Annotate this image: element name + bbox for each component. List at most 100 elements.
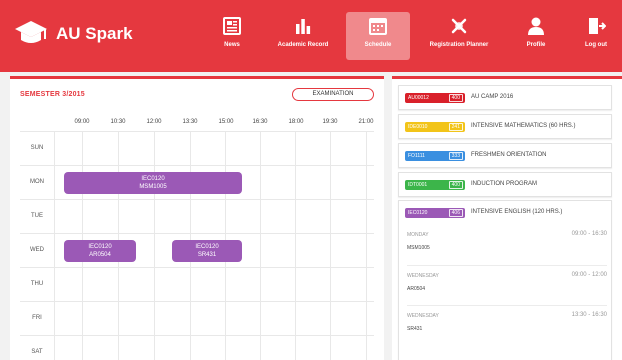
schedule-event[interactable]: IEC0120 AR0504 [64, 240, 136, 262]
session-time: 13:30 - 16:30 [571, 312, 607, 318]
course-code: FO1111 [408, 153, 425, 159]
schedule-event[interactable]: IEC0120 MSM1005 [64, 172, 242, 194]
time-label: 09:00 [74, 119, 90, 125]
course-list-panel: AU00012 400 AU CAMP 2016 IDE0010 241 INT… [392, 76, 622, 360]
timetable-grid: 09:00 10:30 12:00 13:30 15:00 16:30 18:0… [20, 119, 384, 360]
grid-line [154, 131, 155, 360]
course-card[interactable]: FO1111 333 FRESHMEN ORIENTATION [398, 143, 612, 168]
event-course-code: IEC0120 [141, 176, 165, 182]
time-label: 19:30 [322, 119, 338, 125]
grid-line [20, 131, 374, 132]
grid-line [260, 131, 261, 360]
day-label: SAT [31, 349, 43, 355]
grid-line [54, 131, 55, 360]
nav-profile[interactable]: Profile [516, 12, 556, 60]
event-course-code: IEC0120 [88, 244, 112, 250]
semester-title: SEMESTER 3/2015 [20, 91, 85, 98]
calendar-icon [369, 18, 387, 35]
time-label: 10:30 [110, 119, 126, 125]
nav-profile-label: Profile [526, 42, 546, 48]
grid-line [20, 267, 374, 268]
nav-academic-record[interactable]: Academic Record [268, 12, 338, 60]
grid-line [330, 131, 331, 360]
graduation-cap-icon [15, 21, 47, 43]
time-label: 13:30 [182, 119, 198, 125]
session-row: WEDNESDAY 09:00 - 12:00 AR0504 [407, 265, 607, 305]
session-room: MSM1005 [407, 245, 430, 251]
course-name: INTENSIVE MATHEMATICS (60 HRS.) [471, 123, 576, 129]
course-code-chip: IDE0010 241 [405, 122, 465, 132]
planner-icon [451, 18, 467, 34]
session-time: 09:00 - 16:30 [571, 231, 607, 237]
day-label: FRI [32, 315, 42, 321]
course-code-chip: FO1111 333 [405, 151, 465, 161]
user-icon [528, 17, 544, 35]
course-name: FRESHMEN ORIENTATION [471, 152, 547, 158]
course-count-badge: 241 [448, 123, 463, 131]
day-label: THU [30, 281, 44, 287]
day-label: MON [30, 179, 44, 185]
grid-line [20, 301, 374, 302]
course-count-badge: 400 [448, 94, 463, 102]
course-card[interactable]: AU00012 400 AU CAMP 2016 [398, 85, 612, 110]
course-code: IEC0120 [408, 210, 428, 216]
grid-line [20, 199, 374, 200]
schedule-event[interactable]: IEC0120 SR431 [172, 240, 242, 262]
session-day: MONDAY [407, 232, 429, 238]
session-time: 09:00 - 12:00 [571, 272, 607, 278]
course-code-chip: IEC0120 406 [405, 208, 465, 218]
examination-button[interactable]: EXAMINATION [292, 88, 374, 101]
nav-logout[interactable]: Log out [576, 12, 616, 60]
course-name: INDUCTION PROGRAM [471, 181, 537, 187]
session-day: WEDNESDAY [407, 313, 439, 319]
session-row: MONDAY 09:00 - 16:30 MSM1005 [407, 225, 607, 265]
course-code: IDE0010 [408, 124, 428, 130]
session-row: WEDNESDAY 13:30 - 16:30 SR431 [407, 305, 607, 345]
event-room: MSM1005 [139, 184, 167, 190]
time-label: 15:00 [218, 119, 234, 125]
logout-icon [589, 18, 606, 34]
time-label: 21:00 [358, 119, 374, 125]
day-label: SUN [30, 145, 44, 151]
course-code-chip: AU00012 400 [405, 93, 465, 103]
course-card[interactable]: IDE0010 241 INTENSIVE MATHEMATICS (60 HR… [398, 114, 612, 139]
day-label: WED [30, 247, 44, 253]
course-count-badge: 406 [448, 209, 463, 217]
grid-line [295, 131, 296, 360]
course-name: AU CAMP 2016 [471, 94, 514, 100]
time-label: 18:00 [288, 119, 304, 125]
nav-news-label: News [224, 42, 240, 48]
session-day: WEDNESDAY [407, 273, 439, 279]
course-code: AU00012 [408, 95, 429, 101]
session-room: AR0504 [407, 286, 426, 292]
course-card[interactable]: IDT0001 400 INDUCTION PROGRAM [398, 172, 612, 197]
day-label: TUE [31, 213, 43, 219]
top-nav-bar: AU Spark News Academic Record Schedule R… [0, 0, 622, 72]
nav-schedule-label: Schedule [364, 42, 392, 48]
time-label: 12:00 [146, 119, 162, 125]
course-count-badge: 333 [448, 152, 463, 160]
news-icon [223, 17, 241, 35]
bar-chart-icon [296, 19, 311, 34]
course-name: INTENSIVE ENGLISH (120 HRS.) [471, 209, 563, 215]
grid-line [366, 131, 367, 360]
nav-logout-label: Log out [585, 42, 607, 48]
grid-line [20, 233, 374, 234]
event-course-code: IEC0120 [195, 244, 219, 250]
course-code: IDT0001 [408, 182, 428, 188]
nav-registration-label: Registration Planner [429, 42, 489, 48]
schedule-panel: SEMESTER 3/2015 EXAMINATION 09:00 10:30 … [10, 76, 384, 360]
nav-academic-label: Academic Record [277, 42, 329, 48]
grid-line [20, 165, 374, 166]
session-room: SR431 [407, 326, 423, 332]
nav-schedule[interactable]: Schedule [346, 12, 410, 60]
app-brand[interactable]: AU Spark [56, 24, 133, 44]
nav-registration-planner[interactable]: Registration Planner [420, 12, 498, 60]
course-detail-card[interactable]: IEC0120 406 INTENSIVE ENGLISH (120 HRS.)… [398, 200, 612, 360]
event-room: SR431 [197, 252, 217, 258]
nav-news[interactable]: News [214, 12, 250, 60]
course-code-chip: IDT0001 400 [405, 180, 465, 190]
event-room: AR0504 [89, 252, 111, 258]
grid-line [20, 335, 374, 336]
course-count-badge: 400 [448, 181, 463, 189]
